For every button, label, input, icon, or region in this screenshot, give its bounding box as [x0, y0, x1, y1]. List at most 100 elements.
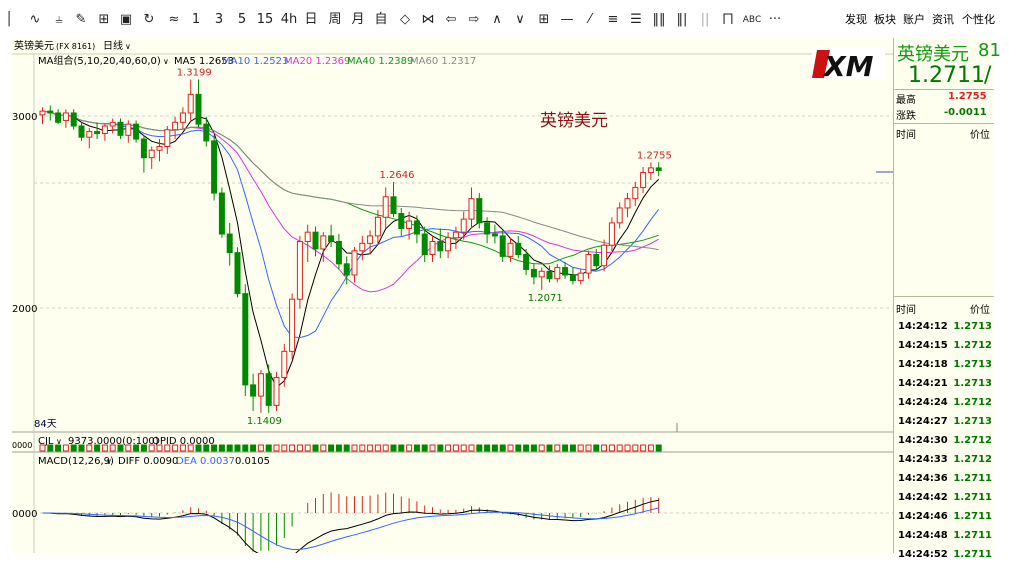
save-icon[interactable]: ▣: [117, 11, 135, 29]
volume-bar: [530, 444, 537, 452]
candle: [187, 79, 194, 121]
volume-bar: [507, 444, 514, 452]
period-day-button[interactable]: 日: [303, 11, 319, 29]
volume-bar: [265, 444, 272, 452]
candle-body: [55, 112, 62, 123]
candle: [608, 217, 615, 251]
menu-discover[interactable]: 发现: [845, 11, 867, 29]
period-5-button[interactable]: 5: [236, 11, 248, 29]
volume-bar: [328, 444, 335, 452]
tick-time: 14:24:36: [898, 473, 948, 484]
volume-bar: [281, 444, 288, 452]
volume-bar: [538, 444, 545, 452]
candle-body: [476, 198, 483, 224]
slash-icon[interactable]: ⁄: [581, 11, 599, 29]
candle-icon[interactable]: ⫨: [50, 11, 68, 29]
grid-icon[interactable]: ⊞: [95, 11, 113, 29]
tick-price: 1.2712: [953, 454, 992, 465]
ma-dropdown-icon[interactable]: ∨: [163, 57, 169, 66]
bars3-icon[interactable]: ||: [696, 11, 714, 29]
period-label[interactable]: 日线: [103, 39, 123, 52]
candle-body: [343, 263, 350, 276]
candle-body: [367, 235, 374, 244]
candle: [328, 224, 335, 248]
menu-sector[interactable]: 板块: [874, 11, 896, 29]
candle-body: [242, 293, 249, 386]
candle: [468, 187, 475, 229]
candle: [367, 230, 374, 255]
trend-icon[interactable]: ∿: [26, 11, 44, 29]
candle-body: [468, 198, 475, 220]
candle-body: [445, 237, 452, 252]
menu-account[interactable]: 账户: [903, 11, 925, 29]
tick-row: 14:24:42 1.2711: [894, 489, 994, 508]
candle-body: [86, 131, 93, 138]
candle-body: [398, 213, 405, 229]
period-15-button[interactable]: 15: [256, 11, 274, 29]
candle-body: [195, 93, 202, 125]
period-custom-button[interactable]: 自: [373, 11, 389, 29]
diamond-icon[interactable]: ◇: [396, 11, 414, 29]
volume-bar: [601, 444, 608, 452]
chart-area[interactable]: 3000 2000 0000 0000 84天 英镑美元 XM 英镑美元 (FX…: [12, 38, 893, 562]
abc-button[interactable]: ABC: [742, 11, 762, 29]
period-week-button[interactable]: 周: [327, 11, 343, 29]
candle: [647, 162, 654, 181]
ma-group-label[interactable]: MA组合(5,10,20,40,60,0): [38, 54, 161, 67]
macd-indicator-name[interactable]: MACD(12,26,9): [38, 456, 114, 467]
col-time-header: 时间: [896, 130, 916, 141]
period-4h-button[interactable]: 4h: [280, 11, 298, 29]
zoom-icon[interactable]: ≡: [604, 11, 622, 29]
bars-icon[interactable]: ‖‖: [650, 11, 668, 29]
table-icon[interactable]: ⊞: [535, 11, 553, 29]
tick-time: 14:24:48: [898, 530, 948, 541]
candle-body: [304, 231, 311, 242]
candle-body: [351, 250, 358, 276]
candle-body: [203, 123, 210, 142]
compare-icon[interactable]: ≈: [165, 11, 183, 29]
volume-bar: [55, 444, 62, 452]
arrow-left-icon[interactable]: ⇦: [442, 11, 460, 29]
menu-personalize[interactable]: 个性化: [962, 11, 995, 29]
period-1-button[interactable]: 1: [190, 11, 202, 29]
candle: [515, 235, 522, 259]
draw-icon[interactable]: ✎: [72, 11, 90, 29]
tick-price: 1.2711: [953, 530, 992, 541]
volume-bar: [101, 444, 108, 452]
bars2-icon[interactable]: ‖|: [673, 11, 691, 29]
candle-body: [484, 222, 491, 235]
chevron-down-icon[interactable]: ∨: [511, 11, 529, 29]
more-button[interactable]: ···: [766, 11, 784, 29]
chart-canvas[interactable]: 3000 2000 0000 0000 84天 英镑美元 XM 英镑美元 (FX…: [12, 38, 893, 562]
ma10-label: MA10 1.2523: [222, 56, 288, 67]
volume-bar: [413, 444, 420, 452]
menu-news[interactable]: 资讯: [932, 11, 954, 29]
bowtie-icon[interactable]: ⋈: [419, 11, 437, 29]
candle-body: [234, 252, 241, 295]
volume-bar: [195, 444, 202, 452]
dash-icon[interactable]: —: [558, 11, 576, 29]
toolbar: │ ∿ ⫨ ✎ ⊞ ▣ ↻ ≈ 1 3 5 15 4h 日 周 月 自 ◇ ⋈ …: [0, 0, 1009, 38]
period-dropdown-icon[interactable]: ∨: [125, 42, 131, 51]
volume-bar: [257, 444, 264, 452]
refresh-icon[interactable]: ↻: [140, 11, 158, 29]
volume-bar: [624, 444, 631, 452]
lines-icon[interactable]: ☰: [627, 11, 645, 29]
period-month-button[interactable]: 月: [350, 11, 366, 29]
candle-body: [47, 110, 54, 114]
volume-bar: [304, 444, 311, 452]
volume-bar: [289, 444, 296, 452]
macd-dropdown-icon[interactable]: ∨: [106, 457, 112, 466]
candle: [577, 269, 584, 285]
period-3-button[interactable]: 3: [213, 11, 225, 29]
candle: [179, 107, 186, 130]
tick-row: 14:24:36 1.2711: [894, 470, 994, 489]
arrow-right-icon[interactable]: ⇨: [465, 11, 483, 29]
tick-price: 1.2711: [953, 511, 992, 522]
line-chart-icon[interactable]: │: [2, 11, 16, 29]
candle: [382, 187, 389, 229]
chevron-up-icon[interactable]: ∧: [488, 11, 506, 29]
volume-icon[interactable]: ⨅: [719, 11, 737, 29]
xm-logo: XM: [812, 47, 885, 83]
symbol-label[interactable]: 英镑美元: [14, 39, 54, 52]
